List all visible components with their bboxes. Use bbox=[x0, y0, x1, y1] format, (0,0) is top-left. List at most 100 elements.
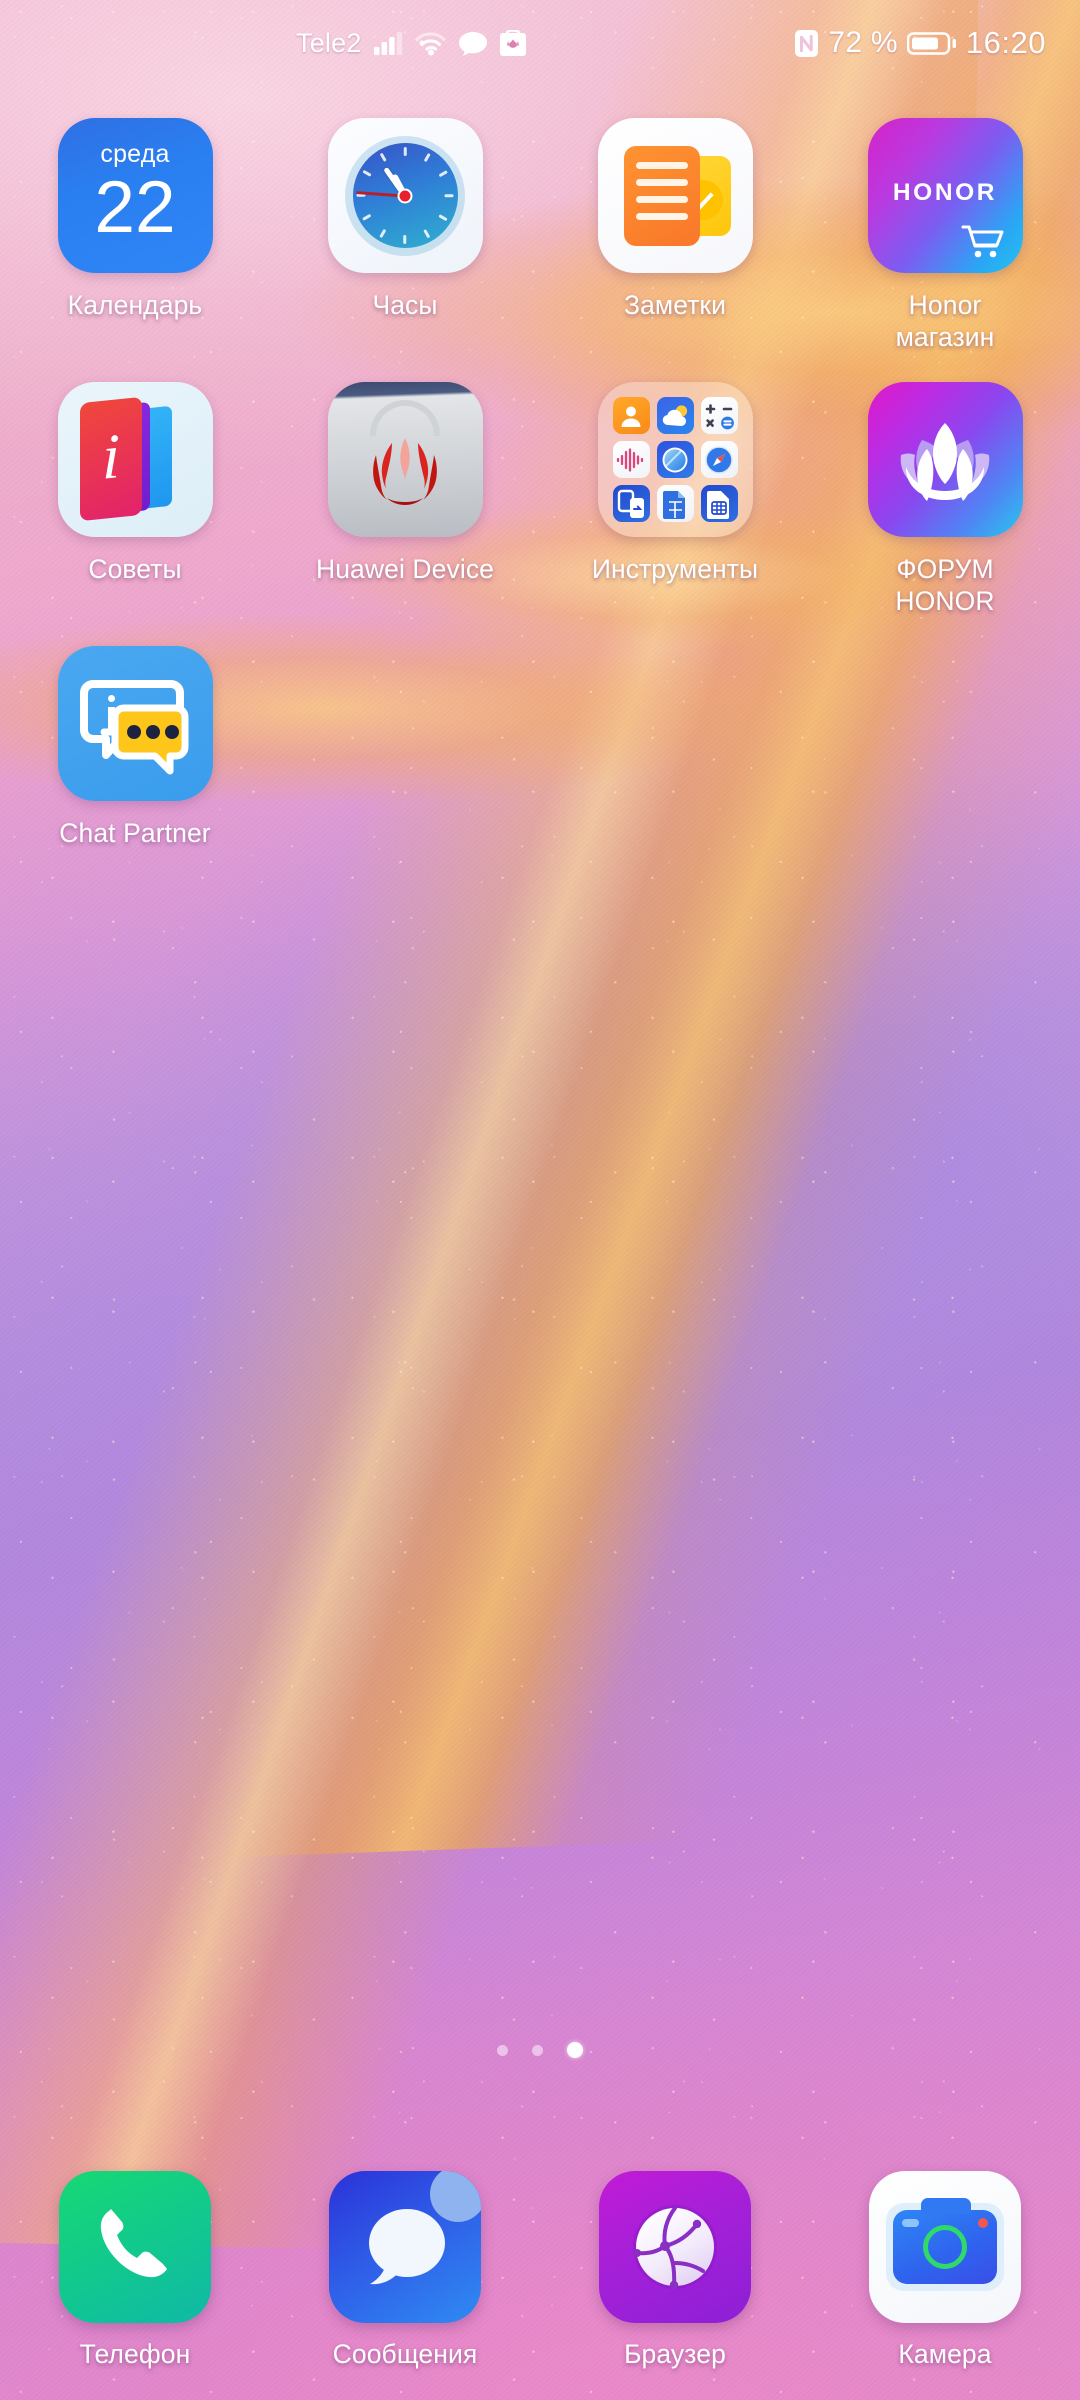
page-dot-2[interactable] bbox=[532, 2044, 543, 2056]
globe-icon[interactable] bbox=[599, 2171, 751, 2323]
calendar-day-number: 22 bbox=[94, 167, 176, 248]
huawei-flower-icon bbox=[373, 438, 437, 505]
voice-recorder-icon bbox=[612, 441, 650, 478]
tips-icon-wrap[interactable]: i bbox=[57, 382, 213, 537]
dock-label-browser: Браузер bbox=[624, 2339, 726, 2369]
app-icon-tips[interactable]: i Советы bbox=[0, 382, 270, 617]
compass-icon bbox=[700, 441, 738, 478]
app-icon-huawei-device[interactable]: Huawei Device bbox=[270, 382, 540, 617]
camera-viewfinder bbox=[902, 2219, 919, 2227]
app-row-1: среда 22 Календарь Часы Заметки HONOR Ho… bbox=[0, 118, 1080, 353]
folder-icon[interactable] bbox=[597, 382, 753, 537]
app-label-honor-store: Honor магазин bbox=[895, 290, 995, 352]
app-row-3: Chat Partner bbox=[0, 646, 1080, 849]
app-label-chat-partner: Chat Partner bbox=[59, 818, 211, 848]
tips-icon[interactable]: i bbox=[57, 382, 213, 537]
carrier-label: Tele2 bbox=[296, 27, 362, 58]
folder-tools[interactable]: Инструменты bbox=[540, 382, 810, 617]
sim-toolkit-icon bbox=[700, 485, 738, 522]
battery-icon bbox=[906, 31, 956, 55]
nfc-icon bbox=[795, 29, 819, 57]
clock-face bbox=[352, 143, 458, 248]
tips-info-glyph: i bbox=[101, 420, 120, 493]
status-bar: Tele2 72 % 16:20 bbox=[0, 0, 1080, 86]
camera-indicator-dot bbox=[978, 2218, 988, 2228]
dock-row: Телефон Сообщения Браузер Камера bbox=[0, 2171, 1080, 2370]
forum-honor-icon-wrap[interactable] bbox=[867, 382, 1023, 537]
signal-bars-icon bbox=[373, 32, 402, 55]
chat-bubbles-glyph bbox=[79, 680, 188, 775]
clock-time-label: 16:20 bbox=[965, 25, 1046, 60]
app-label-clock: Часы bbox=[372, 290, 438, 320]
folder-tools-icon-wrap[interactable] bbox=[597, 382, 753, 537]
contacts-icon bbox=[612, 397, 650, 434]
status-bar-right: 72 % 16:20 bbox=[794, 25, 1046, 61]
chat-bubble-icon bbox=[458, 31, 487, 56]
clock-center-pin bbox=[397, 188, 413, 203]
notes-orange-card bbox=[623, 146, 700, 246]
weather-icon bbox=[656, 397, 694, 434]
phone-clone-icon bbox=[612, 485, 650, 522]
page-indicator[interactable] bbox=[0, 2042, 1080, 2058]
lotus-flower-glyph bbox=[900, 422, 990, 501]
camera-top-hump bbox=[921, 2198, 971, 2214]
globe-glyph bbox=[633, 2205, 717, 2290]
dock-label-messages: Сообщения bbox=[332, 2339, 478, 2369]
huawei-device-icon[interactable] bbox=[327, 382, 483, 537]
dock-label-camera: Камера bbox=[898, 2339, 992, 2369]
battery-percent-label: 72 % bbox=[828, 26, 898, 59]
notes-icon-wrap[interactable] bbox=[597, 118, 753, 273]
app-grid: среда 22 Календарь Часы Заметки HONOR Ho… bbox=[0, 118, 1080, 849]
files-icon bbox=[656, 485, 694, 522]
camera-lens bbox=[923, 2225, 967, 2269]
calendar-day-of-week: среда bbox=[100, 140, 170, 168]
huawei-device-icon-wrap[interactable] bbox=[327, 382, 483, 537]
app-icon-chat-partner[interactable]: Chat Partner bbox=[0, 646, 270, 849]
chat-partner-icon-wrap[interactable] bbox=[57, 646, 213, 801]
page-dot-1[interactable] bbox=[497, 2044, 508, 2056]
camera-body bbox=[893, 2198, 997, 2284]
app-icon-clock[interactable]: Часы bbox=[270, 118, 540, 353]
chat-partner-icon[interactable] bbox=[57, 646, 213, 801]
dock-item-messages[interactable]: Сообщения bbox=[270, 2171, 540, 2370]
camera-icon[interactable] bbox=[869, 2171, 1021, 2323]
honor-store-icon-wrap[interactable]: HONOR bbox=[867, 118, 1023, 273]
app-icon-calendar[interactable]: среда 22 Календарь bbox=[0, 118, 270, 353]
shopping-cart-icon bbox=[961, 225, 1003, 258]
clock-bezel bbox=[345, 135, 465, 256]
dock: Телефон Сообщения Браузер Камера bbox=[0, 2171, 1080, 2370]
app-icon-notes[interactable]: Заметки bbox=[540, 118, 810, 353]
calendar-icon-wrap[interactable]: среда 22 bbox=[57, 118, 213, 273]
app-icon-forum-honor[interactable]: ФОРУМ HONOR bbox=[810, 382, 1080, 617]
app-label-tips: Советы bbox=[88, 554, 182, 584]
calculator-icon bbox=[700, 397, 738, 434]
notes-icon[interactable] bbox=[597, 118, 753, 273]
dock-item-browser[interactable]: Браузер bbox=[540, 2171, 810, 2370]
app-label-calendar: Календарь bbox=[67, 290, 203, 320]
honor-store-icon[interactable]: HONOR bbox=[867, 118, 1023, 273]
phone-handset-glyph bbox=[100, 2209, 167, 2278]
tips-red-card: i bbox=[79, 396, 142, 522]
clock-icon[interactable] bbox=[327, 118, 483, 273]
lotus-icon[interactable] bbox=[867, 382, 1023, 537]
app-label-notes: Заметки bbox=[623, 290, 727, 320]
clock-icon-wrap[interactable] bbox=[327, 118, 483, 273]
status-bar-left: Tele2 bbox=[296, 28, 527, 59]
app-label-tools-folder: Инструменты bbox=[591, 554, 759, 584]
app-row-2: i Советы Huawei Device Инструменты ФОРУМ… bbox=[0, 382, 1080, 617]
dock-item-phone[interactable]: Телефон bbox=[0, 2171, 270, 2370]
appgallery-icon bbox=[499, 29, 526, 56]
app-label-huawei-device: Huawei Device bbox=[315, 554, 495, 584]
app-icon-honor-store[interactable]: HONOR Honor магазин bbox=[810, 118, 1080, 353]
app-label-forum-honor: ФОРУМ HONOR bbox=[895, 554, 995, 616]
dock-label-phone: Телефон bbox=[79, 2339, 191, 2369]
mirror-icon bbox=[656, 441, 694, 478]
shopping-bag-handle-icon bbox=[370, 400, 440, 436]
dock-item-camera[interactable]: Камера bbox=[810, 2171, 1080, 2370]
page-dot-3-active[interactable] bbox=[567, 2042, 583, 2058]
phone-handset-icon[interactable] bbox=[59, 2171, 211, 2323]
honor-brand-text: HONOR bbox=[892, 178, 998, 206]
calendar-icon[interactable]: среда 22 bbox=[57, 118, 213, 273]
message-bubble-icon[interactable] bbox=[329, 2171, 481, 2323]
wifi-icon bbox=[415, 32, 446, 56]
